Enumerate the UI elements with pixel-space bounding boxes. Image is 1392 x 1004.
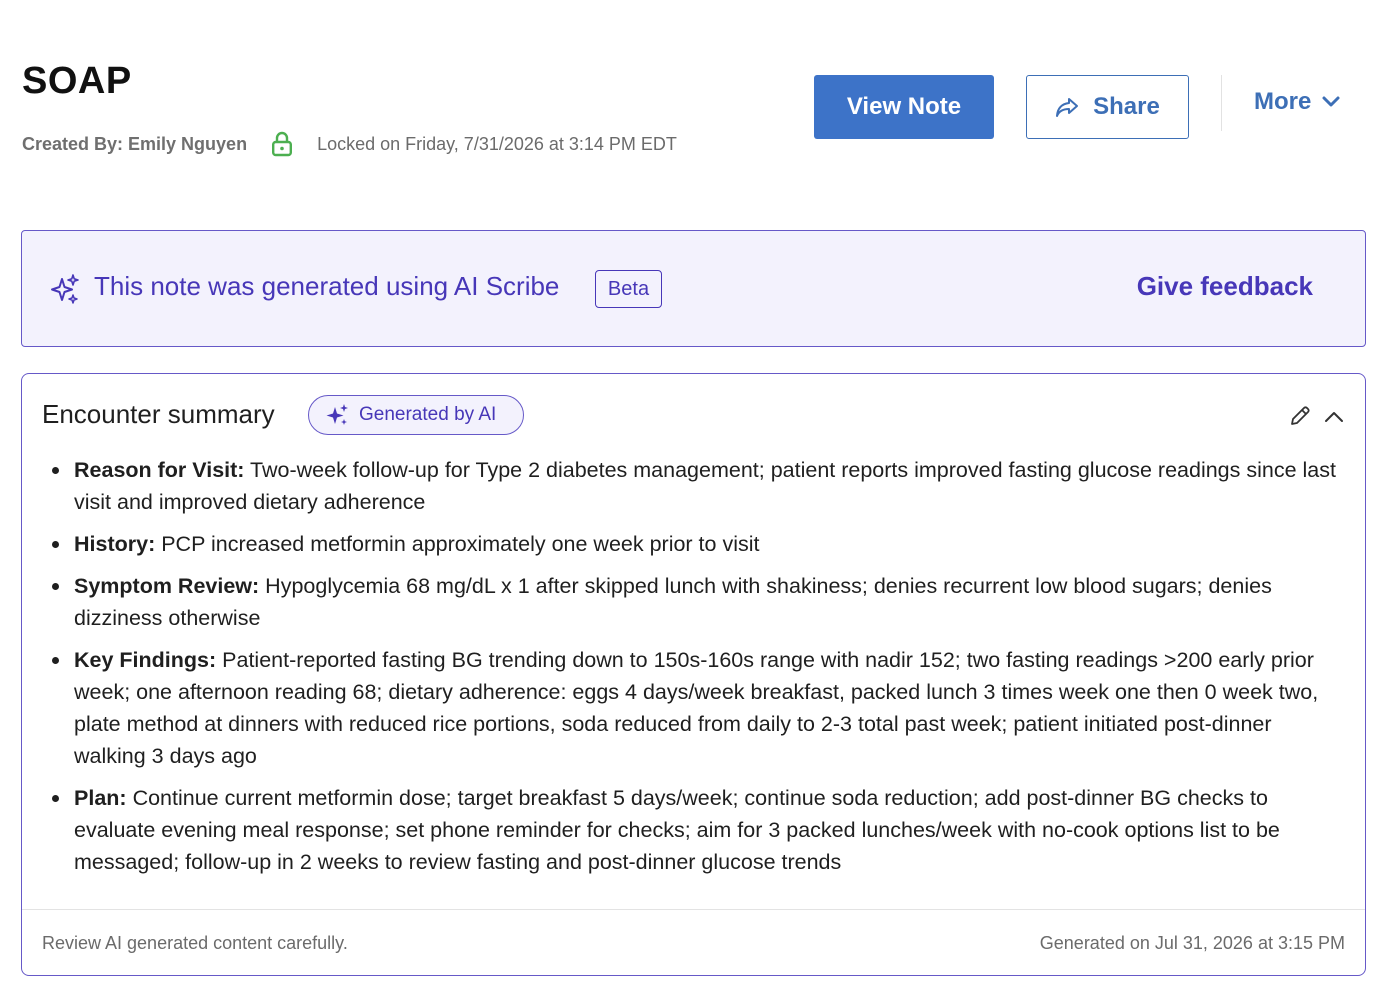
ai-scribe-banner: This note was generated using AI Scribe … (21, 230, 1366, 347)
created-by-text: Created By: Emily Nguyen (22, 133, 248, 154)
lock-icon (271, 130, 295, 158)
pencil-icon[interactable] (1288, 404, 1312, 428)
list-item: Plan: Continue current metformin dose; t… (50, 782, 1340, 878)
share-label: Share (1093, 93, 1160, 120)
item-text: Two-week follow-up for Type 2 diabetes m… (74, 458, 1336, 514)
list-item: Symptom Review: Hypoglycemia 68 mg/dL x … (50, 570, 1340, 634)
beta-badge: Beta (595, 270, 662, 308)
more-menu-button[interactable]: More (1254, 80, 1341, 124)
sparkle-icon (50, 273, 80, 305)
more-label: More (1254, 88, 1312, 115)
item-text: Continue current metformin dose; target … (74, 786, 1280, 874)
chevron-up-icon[interactable] (1322, 405, 1346, 429)
item-text: Patient-reported fasting BG trending dow… (74, 648, 1319, 768)
item-label: Symptom Review: (74, 574, 260, 598)
card-title: Encounter summary (42, 399, 275, 429)
item-label: Reason for Visit: (74, 458, 245, 482)
generated-timestamp: Generated on Jul 31, 2026 at 3:15 PM (1039, 933, 1345, 953)
note-meta: Created By: Emily Nguyen Locked on Frida… (22, 130, 677, 158)
summary-list: Reason for Visit: Two-week follow-up for… (50, 454, 1340, 888)
share-icon (1055, 96, 1079, 118)
page-title: SOAP (22, 60, 132, 102)
generated-by-ai-label: Generated by AI (359, 404, 497, 425)
ai-disclaimer: Review AI generated content carefully. (42, 933, 348, 953)
item-label: History: (74, 532, 156, 556)
action-divider (1221, 75, 1222, 131)
chevron-down-icon (1321, 95, 1341, 109)
sparkle-icon (325, 403, 349, 427)
list-item: Key Findings: Patient-reported fasting B… (50, 644, 1340, 772)
list-item: Reason for Visit: Two-week follow-up for… (50, 454, 1340, 518)
encounter-summary-card: Encounter summary Generated by AI Reason… (21, 373, 1366, 976)
generated-by-ai-badge: Generated by AI (308, 395, 524, 435)
ai-banner-text: This note was generated using AI Scribe (94, 271, 560, 301)
item-text: PCP increased metformin approximately on… (161, 532, 760, 556)
list-item: History: PCP increased metformin approxi… (50, 528, 1340, 560)
share-button[interactable]: Share (1026, 75, 1189, 139)
give-feedback-link[interactable]: Give feedback (1137, 271, 1313, 302)
card-footer: Review AI generated content carefully. G… (22, 909, 1365, 975)
item-label: Key Findings: (74, 648, 217, 672)
locked-timestamp: Locked on Friday, 7/31/2026 at 3:14 PM E… (317, 133, 677, 154)
view-note-button[interactable]: View Note (814, 75, 994, 139)
item-label: Plan: (74, 786, 127, 810)
